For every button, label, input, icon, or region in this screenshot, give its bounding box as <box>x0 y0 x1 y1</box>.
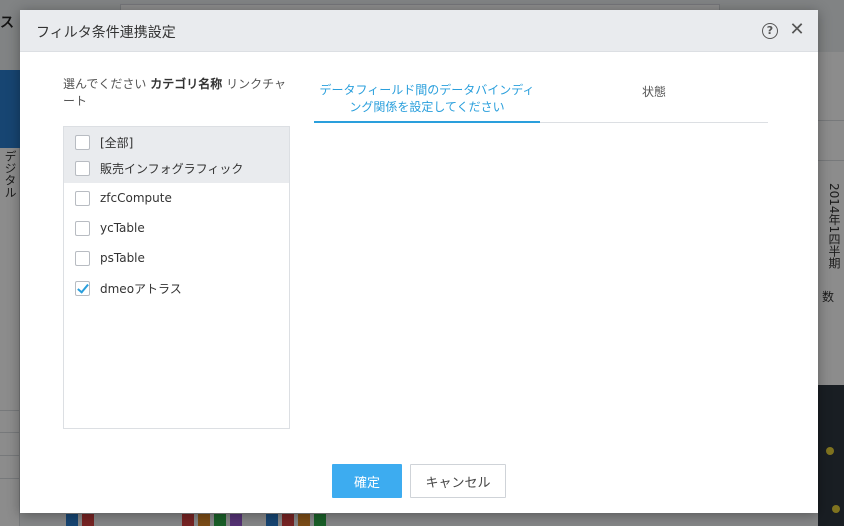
list-item-label: 販売インフォグラフィック <box>100 161 244 176</box>
dialog-title: フィルタ条件連携設定 <box>36 25 176 41</box>
checkbox[interactable] <box>75 250 90 266</box>
list-item-zfccompute[interactable]: zfcCompute <box>64 183 289 213</box>
list-item-label: psTable <box>100 251 145 265</box>
list-item-label: [全部] <box>100 135 134 150</box>
tab-data-binding[interactable]: データフィールド間のデータバインディング関係を設定してください <box>314 82 540 116</box>
list-item-sales-infographic[interactable]: 販売インフォグラフィック <box>64 153 289 183</box>
tab-status[interactable]: 状態 <box>540 84 768 101</box>
dialog-header: フィルタ条件連携設定 ? ✕ <box>20 10 818 52</box>
cancel-button[interactable]: キャンセル <box>410 464 506 498</box>
checkbox[interactable] <box>75 134 90 150</box>
list-item-label: zfcCompute <box>100 191 172 205</box>
list-item-pstable[interactable]: psTable <box>64 243 289 273</box>
list-item-label: ycTable <box>100 221 145 235</box>
list-item-dmeo-atlas[interactable]: dmeoアトラス <box>64 273 289 303</box>
tab-divider <box>540 122 768 123</box>
checkbox[interactable] <box>75 160 90 176</box>
close-icon[interactable]: ✕ <box>788 20 806 40</box>
link-chart-list: [全部] 販売インフォグラフィック zfcCompute ycTable psT… <box>63 126 290 429</box>
link-chart-instruction: 選んでください カテゴリ名称 リンクチャート <box>63 76 295 110</box>
help-icon[interactable]: ? <box>762 23 778 39</box>
instruction-prefix: 選んでください <box>63 77 147 91</box>
list-item-yctable[interactable]: ycTable <box>64 213 289 243</box>
checkbox[interactable] <box>75 190 90 206</box>
checkbox[interactable] <box>75 220 90 236</box>
list-item-label: dmeoアトラス <box>100 281 182 296</box>
confirm-button[interactable]: 確定 <box>332 464 402 498</box>
filter-link-settings-dialog: フィルタ条件連携設定 ? ✕ 選んでください カテゴリ名称 リンクチャート [全… <box>20 10 818 513</box>
checkbox-checked[interactable] <box>75 280 90 296</box>
instruction-category: カテゴリ名称 <box>150 77 223 91</box>
active-tab-indicator <box>314 121 540 123</box>
